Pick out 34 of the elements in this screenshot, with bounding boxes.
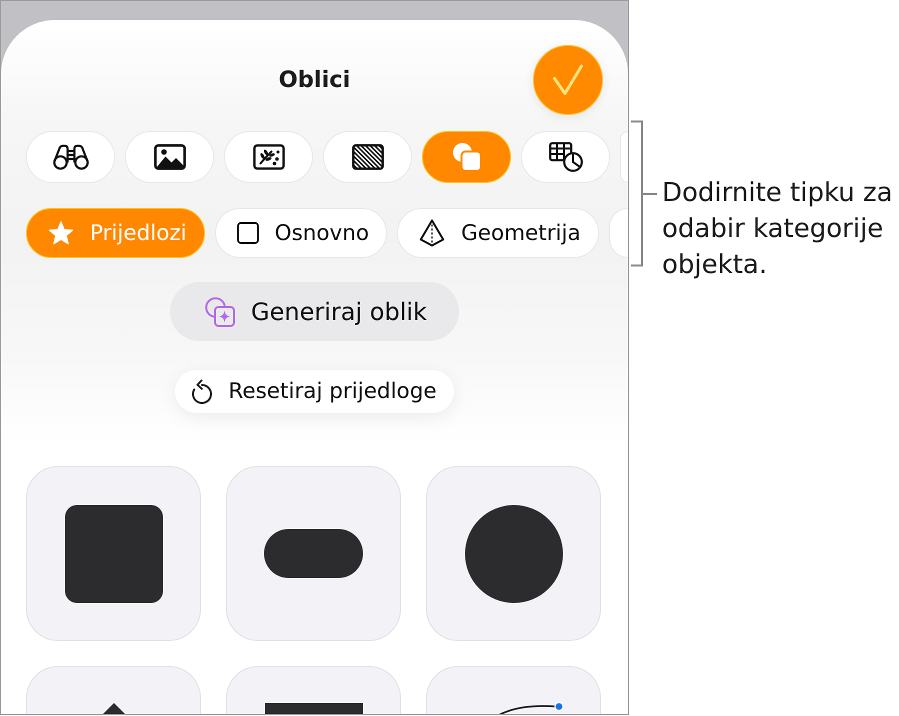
table-chart-icon [548, 142, 582, 172]
sparkle-shapes-icon [205, 296, 236, 326]
reset-suggestions-button[interactable]: Resetiraj prijedloge [175, 370, 454, 413]
shape-tile[interactable] [226, 466, 401, 641]
sheet-title: Oblici [278, 67, 350, 93]
insert-tab[interactable] [224, 131, 313, 183]
curve-icon [498, 701, 564, 714]
insert-tab[interactable] [26, 131, 115, 183]
capsule-icon [264, 529, 363, 578]
reset-icon [191, 379, 214, 404]
shapes-icon [452, 142, 482, 172]
checkmark-icon [553, 64, 583, 96]
pyramid-icon [419, 219, 446, 247]
square-icon [236, 222, 259, 244]
shape-tile[interactable] [426, 666, 601, 714]
rectangle-icon [264, 703, 362, 714]
insert-tab[interactable] [125, 131, 214, 183]
callout-text: Dodirnite tipku za odabir kategorije objekta. [662, 177, 894, 282]
shape-tile[interactable] [426, 466, 601, 641]
insert-tab[interactable] [521, 131, 610, 183]
category-tab[interactable]: Osnovno [214, 208, 388, 258]
leaf-picture-icon [252, 144, 284, 170]
star-icon [48, 220, 74, 246]
shape-tile[interactable] [226, 666, 401, 714]
category-tab[interactable]: Geometrija [397, 208, 599, 258]
generate-shape-button[interactable]: Generiraj oblik [170, 282, 459, 341]
insert-tab[interactable] [323, 131, 412, 183]
photo-icon [154, 144, 186, 170]
shape-tile[interactable] [26, 466, 201, 641]
binoculars-icon [52, 144, 88, 170]
hatched-rectangle-icon [352, 144, 384, 170]
triangle-icon [102, 703, 124, 714]
rounded-square-icon [64, 504, 162, 602]
shape-tile[interactable] [26, 666, 201, 714]
